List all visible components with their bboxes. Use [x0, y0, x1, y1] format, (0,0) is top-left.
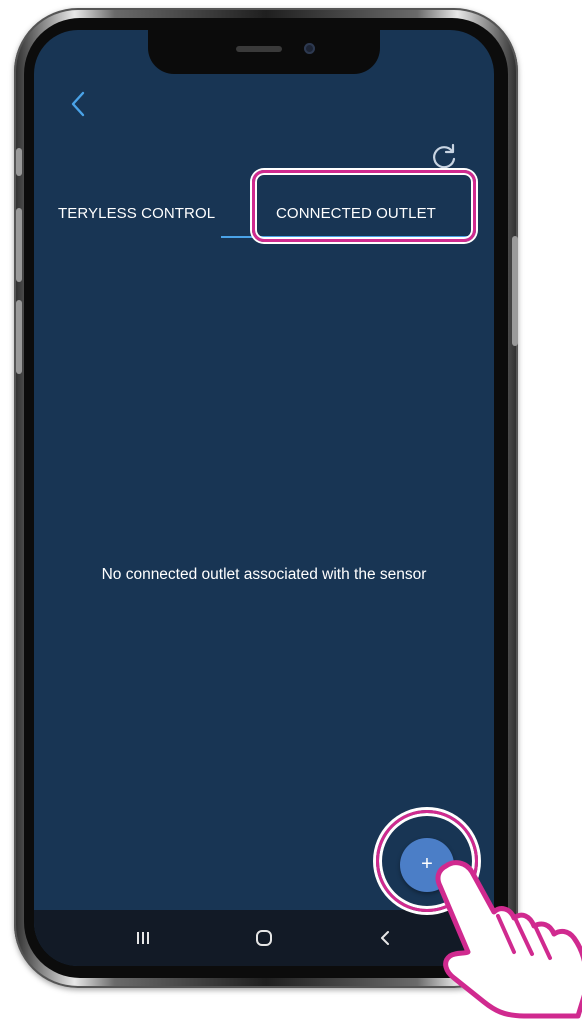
power-button — [512, 236, 518, 346]
volume-down-button — [16, 300, 22, 374]
empty-state-message: No connected outlet associated with the … — [101, 566, 427, 583]
refresh-button[interactable] — [430, 142, 460, 172]
front-camera — [304, 43, 315, 54]
chevron-left-icon — [71, 91, 85, 117]
home-button[interactable] — [249, 924, 279, 952]
volume-up-button — [16, 208, 22, 282]
pointing-hand-icon — [435, 860, 582, 1019]
refresh-icon — [433, 143, 456, 169]
recent-apps-button[interactable] — [128, 924, 158, 952]
system-nav-bar — [34, 910, 494, 966]
mute-switch — [16, 148, 22, 176]
back-button[interactable] — [66, 90, 90, 118]
recent-apps-icon — [137, 932, 149, 944]
tab-indicator-left — [221, 236, 257, 238]
tab-highlight-callout — [252, 170, 476, 242]
home-icon — [256, 930, 272, 946]
back-icon — [381, 931, 389, 945]
tab-teryless-control[interactable]: TERYLESS CONTROL — [58, 205, 215, 222]
nav-back-button[interactable] — [370, 924, 400, 952]
speaker — [236, 46, 282, 52]
notch — [148, 30, 380, 74]
